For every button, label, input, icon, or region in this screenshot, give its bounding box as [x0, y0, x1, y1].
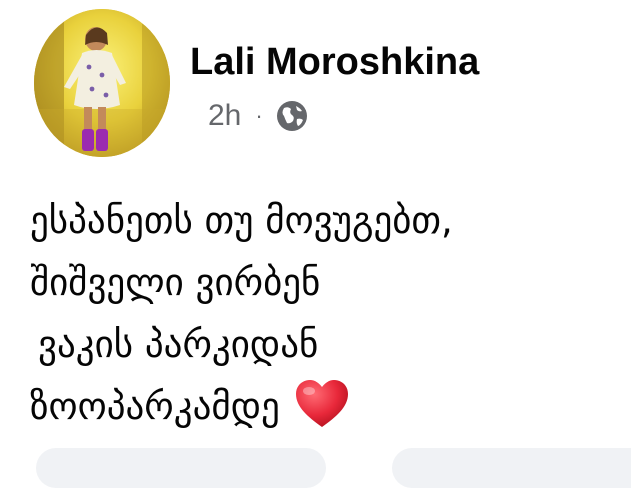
author-avatar[interactable]	[34, 9, 170, 157]
post-text-line-2: შიშველი ვირბენ	[30, 261, 321, 304]
post-text-line-1: ესპანეთს თუ მოვუგებთ,	[30, 199, 453, 242]
facebook-post: Lali Moroshkina 2h · ესპანეთს თუ მოვუგებ…	[0, 0, 631, 488]
profile-photo	[34, 9, 170, 157]
meta-separator: ·	[255, 103, 263, 128]
heart-emoji	[294, 379, 350, 429]
comment-chip-right[interactable]	[392, 448, 631, 488]
post-meta: 2h ·	[208, 96, 309, 136]
globe-icon[interactable]	[275, 99, 309, 133]
author-name[interactable]: Lali Moroshkina	[190, 40, 479, 84]
post-text-line-3: ვაკის პარკიდან	[38, 323, 319, 366]
comment-chip-left[interactable]	[36, 448, 326, 488]
post-text-line-4: ზოოპარკამდე	[30, 376, 630, 438]
post-text: ესპანეთს თუ მოვუგებთ, შიშველი ვირბენ ვაკ…	[30, 190, 630, 438]
post-text-line-4-text: ზოოპარკამდე	[30, 385, 280, 428]
post-timestamp[interactable]: 2h	[208, 99, 241, 133]
